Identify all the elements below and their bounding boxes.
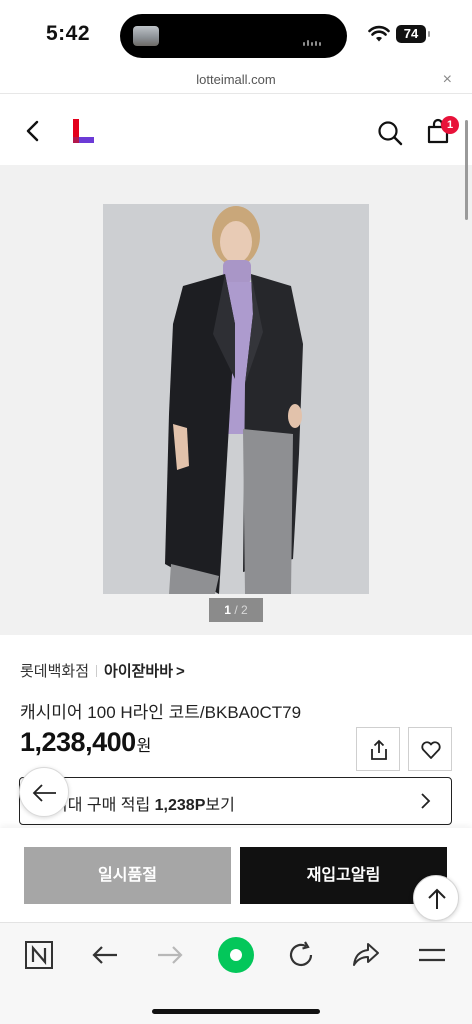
points-value: 1,238P [154, 797, 206, 814]
pager-separator: / [234, 603, 238, 617]
points-suffix: 보기 [205, 797, 235, 814]
browser-toolbar [0, 922, 472, 1024]
app-header: 1 [0, 95, 472, 165]
store-name: 롯데백화점 [20, 663, 90, 680]
lotte-logo[interactable] [73, 119, 95, 143]
pager-total: 2 [241, 603, 248, 617]
price-value: 1,238,400 [20, 727, 136, 757]
refresh-icon[interactable] [285, 939, 317, 971]
floating-back-button[interactable] [19, 767, 69, 817]
url-bar[interactable]: lotteimall.com × [0, 68, 472, 94]
back-chevron-icon[interactable] [22, 120, 44, 142]
product-photo[interactable] [103, 204, 369, 594]
product-name: 캐시미어 100 H라인 코트/BKBA0CT79 [20, 703, 302, 722]
close-icon[interactable]: × [443, 71, 452, 89]
audio-wave-icon [303, 33, 329, 46]
brand-divider [96, 665, 98, 677]
points-text: 최대 구매 적립 1,238P보기 [53, 791, 235, 815]
brand-link[interactable]: 아이잗바바 [104, 663, 173, 680]
url-text[interactable]: lotteimall.com [0, 72, 472, 87]
page-scrollbar[interactable] [465, 120, 468, 220]
wifi-icon [368, 25, 390, 42]
price-unit: 원 [136, 738, 152, 755]
naver-home-icon[interactable] [216, 935, 256, 975]
soldout-button[interactable]: 일시품절 [24, 847, 231, 904]
chevron-right-icon [421, 793, 431, 809]
forward-arrow-icon[interactable] [154, 939, 186, 971]
scroll-to-top-button[interactable] [413, 875, 459, 921]
product-gallery[interactable]: 1 / 2 [0, 165, 472, 635]
heart-icon [421, 741, 441, 759]
arrow-up-icon [428, 888, 446, 909]
purchase-action-bar: 일시품절 재입고알림 [0, 828, 472, 922]
naver-n-icon[interactable] [23, 939, 55, 971]
status-bar: 5:42 74 [0, 0, 472, 68]
cart-count-badge: 1 [441, 116, 459, 134]
menu-icon[interactable] [416, 939, 448, 971]
points-prefix: 최대 구매 적립 [53, 797, 155, 814]
brand-row[interactable]: 롯데백화점 아이잗바바 > [20, 660, 185, 680]
home-indicator[interactable] [152, 1009, 320, 1014]
wishlist-button[interactable] [408, 727, 452, 771]
status-time: 5:42 [46, 22, 91, 45]
back-arrow-icon[interactable] [89, 939, 121, 971]
share-arrow-icon[interactable] [350, 939, 382, 971]
search-icon[interactable] [377, 120, 403, 146]
brand-chevron-icon[interactable]: > [176, 663, 185, 680]
battery-icon: 74 [396, 25, 430, 43]
points-benefit-button[interactable]: 최대 구매 적립 1,238P보기 [19, 777, 452, 825]
dynamic-island[interactable] [120, 14, 347, 58]
gallery-pager: 1 / 2 [209, 598, 263, 622]
product-price: 1,238,400원 [20, 727, 151, 758]
share-button[interactable] [356, 727, 400, 771]
pager-current: 1 [224, 603, 231, 617]
arrow-left-icon [32, 784, 56, 802]
media-thumbnail [133, 26, 159, 46]
share-icon [371, 739, 387, 760]
